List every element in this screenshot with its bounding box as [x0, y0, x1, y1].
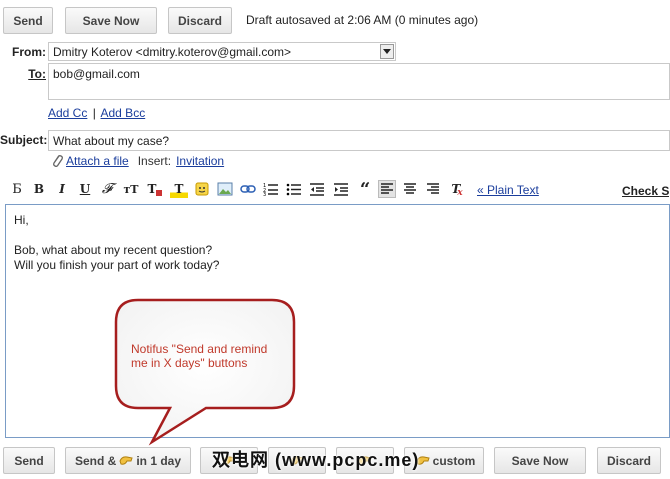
body-line: Will you finish your part of work today?: [14, 258, 220, 272]
callout-bubble: [114, 298, 296, 446]
add-cc-link[interactable]: Add Cc: [48, 106, 87, 120]
subject-value: What about my case?: [53, 134, 170, 148]
paperclip-icon: [50, 154, 64, 168]
italic-icon[interactable]: I: [53, 180, 71, 198]
from-value: Dmitry Koterov <dmitry.koterov@gmail.com…: [53, 45, 292, 59]
bulleted-list-icon[interactable]: [285, 180, 303, 198]
to-label[interactable]: To:: [0, 67, 46, 81]
message-body[interactable]: Hi, Bob, what about my recent question? …: [5, 204, 670, 438]
bold-icon[interactable]: B: [30, 180, 48, 198]
chevron-down-icon[interactable]: [380, 44, 394, 59]
remind-hand-icon: [119, 455, 133, 466]
attach-file-link[interactable]: Attach a file: [66, 154, 129, 168]
body-line: Bob, what about my recent question?: [14, 243, 213, 257]
autosave-status: Draft autosaved at 2:06 AM (0 minutes ag…: [246, 13, 479, 27]
send-remind-1-day-button[interactable]: Send & in 1 day: [65, 447, 191, 474]
send-remind-2-button[interactable]: [200, 447, 258, 474]
check-spelling-link[interactable]: Check Sp: [622, 184, 670, 198]
font-size-icon[interactable]: тT: [120, 180, 142, 198]
emoticon-icon[interactable]: [193, 180, 211, 198]
indent-less-icon[interactable]: [308, 180, 326, 198]
save-now-button-top[interactable]: Save Now: [65, 7, 157, 34]
align-right-icon[interactable]: [424, 180, 442, 198]
invitation-link[interactable]: Invitation: [176, 154, 224, 168]
link-icon[interactable]: [239, 180, 257, 198]
to-field[interactable]: bob@gmail.com: [48, 63, 670, 100]
attach-row: Attach a file Insert: Invitation: [50, 154, 224, 168]
remind-hand-icon: [222, 455, 236, 466]
send-button-top[interactable]: Send: [3, 7, 53, 34]
to-value: bob@gmail.com: [53, 67, 140, 81]
font-icon[interactable]: Б: [8, 180, 26, 198]
body-line: [14, 228, 661, 243]
callout-text: Notifus "Send and remind me in X days" b…: [131, 342, 268, 370]
discard-button-top[interactable]: Discard: [168, 7, 232, 34]
text-color-icon[interactable]: T: [146, 180, 164, 198]
send-remind-custom-button[interactable]: custom: [404, 447, 484, 474]
discard-button-bottom[interactable]: Discard: [597, 447, 661, 474]
quote-icon[interactable]: “: [356, 179, 374, 200]
send-button-bottom[interactable]: Send: [3, 447, 55, 474]
body-line: Hi,: [14, 213, 29, 227]
from-select[interactable]: Dmitry Koterov <dmitry.koterov@gmail.com…: [48, 42, 396, 61]
numbered-list-icon[interactable]: 123: [262, 180, 280, 198]
svg-text:3: 3: [263, 192, 266, 196]
highlight-icon[interactable]: T: [170, 180, 188, 198]
align-left-icon[interactable]: [378, 180, 396, 198]
plain-text-link[interactable]: « Plain Text: [477, 183, 539, 197]
cc-bcc-links: Add Cc | Add Bcc: [48, 106, 145, 120]
remind-hand-icon: [290, 455, 304, 466]
insert-label: Insert:: [137, 154, 172, 168]
from-label: From:: [12, 45, 46, 59]
remove-formatting-icon[interactable]: Tx: [448, 180, 466, 198]
align-center-icon[interactable]: [401, 180, 419, 198]
remind-hand-icon: [416, 455, 430, 466]
send-and-label: Send &: [74, 453, 117, 468]
remind-hand-icon: [358, 455, 372, 466]
cc-bcc-separator: |: [92, 106, 96, 120]
image-icon[interactable]: [216, 180, 234, 198]
send-remind-4-button[interactable]: [336, 447, 394, 474]
add-bcc-link[interactable]: Add Bcc: [101, 106, 146, 120]
in-1-day-label: in 1 day: [136, 453, 182, 468]
send-remind-3-button[interactable]: [268, 447, 326, 474]
custom-label: custom: [432, 453, 476, 468]
underline-icon[interactable]: U: [76, 180, 94, 198]
font-family-icon[interactable]: 𝓕: [98, 180, 116, 198]
indent-more-icon[interactable]: [332, 180, 350, 198]
subject-label: Subject:: [0, 133, 48, 147]
subject-field[interactable]: What about my case?: [48, 130, 670, 151]
save-now-button-bottom[interactable]: Save Now: [494, 447, 586, 474]
